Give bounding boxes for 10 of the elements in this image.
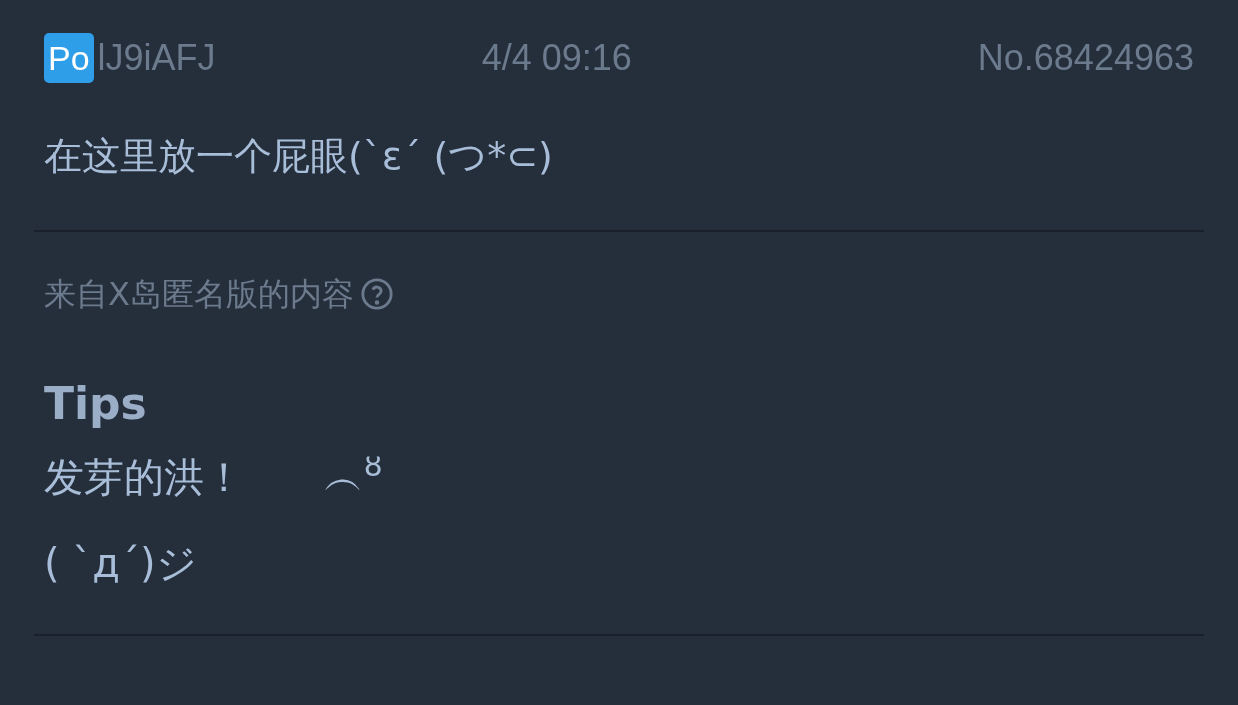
user-id: lJ9iAFJ xyxy=(97,36,216,80)
post-content: 在这里放一个屁眼(`ε´ (つ*⊂) xyxy=(44,133,554,180)
tips-title: Tips xyxy=(44,377,148,431)
tips-line: ( `д´)ジ xyxy=(44,539,198,588)
tips-line: 发芽的洪！ ︵$^{ȣ}$ xyxy=(44,447,384,502)
post-number: No.68424963 xyxy=(977,36,1194,80)
help-icon[interactable] xyxy=(359,277,394,311)
po-badge: Po xyxy=(44,33,94,83)
source-note: 来自X岛匿名版的内容 xyxy=(44,274,354,315)
post-time: 4/4 09:16 xyxy=(481,36,632,80)
